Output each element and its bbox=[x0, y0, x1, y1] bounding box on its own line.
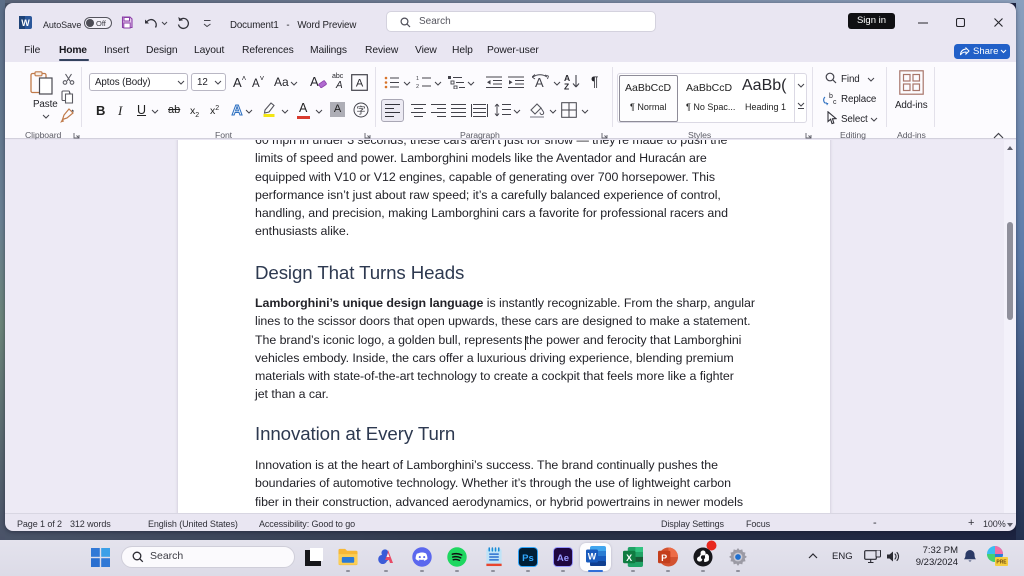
svg-text:W: W bbox=[21, 18, 30, 28]
svg-text:A: A bbox=[535, 75, 544, 90]
svg-text:X: X bbox=[626, 553, 632, 563]
svg-text:Ae: Ae bbox=[557, 553, 569, 564]
svg-text:A: A bbox=[356, 78, 364, 90]
svg-text:2: 2 bbox=[416, 84, 419, 89]
svg-text:W: W bbox=[588, 552, 597, 562]
svg-text:PRE: PRE bbox=[996, 560, 1007, 566]
svg-text:Ps: Ps bbox=[522, 553, 534, 564]
svg-text:Z: Z bbox=[564, 82, 569, 91]
svg-text:A: A bbox=[232, 102, 243, 118]
svg-text:1: 1 bbox=[416, 76, 419, 82]
svg-text:字: 字 bbox=[356, 105, 365, 116]
svg-text:P: P bbox=[661, 553, 667, 563]
svg-text:c: c bbox=[833, 99, 837, 106]
